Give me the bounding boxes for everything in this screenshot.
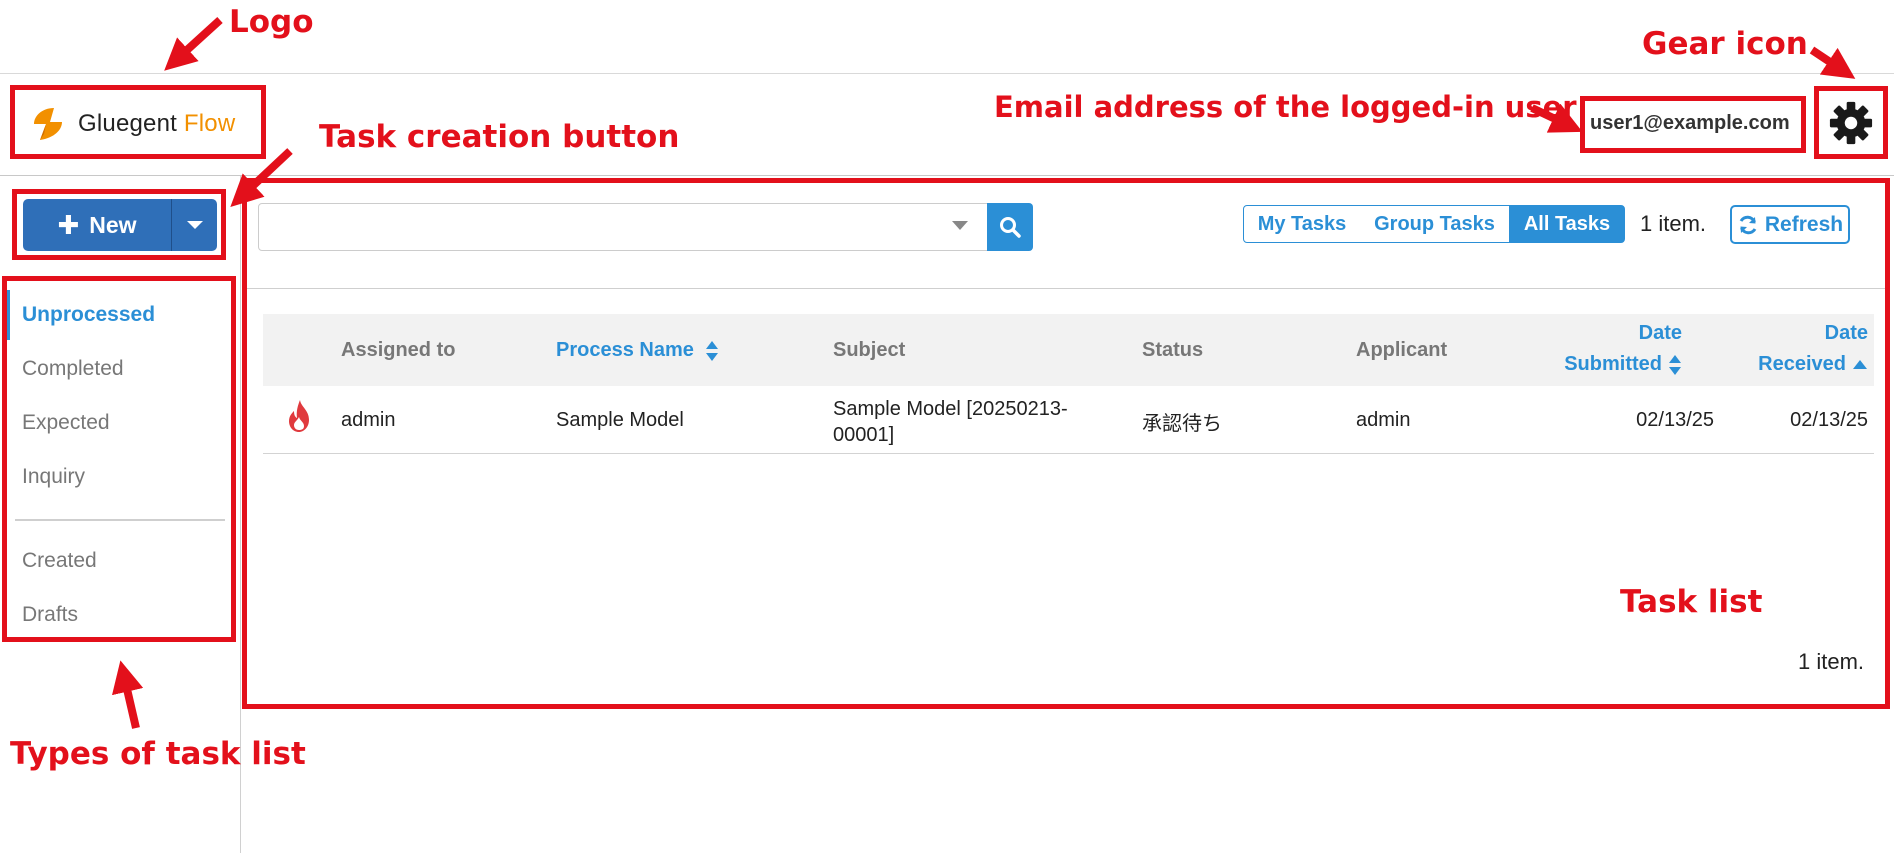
annotation-label-new: Task creation button — [319, 119, 680, 155]
arrow-new — [230, 148, 293, 207]
arrow-types — [112, 660, 144, 729]
annotation-label-types: Types of task list — [10, 736, 306, 772]
annotation-arrows — [112, 17, 1856, 729]
arrow-gear — [1809, 46, 1856, 79]
annotation-label-logo: Logo — [229, 4, 314, 40]
annotation-label-email: Email address of the logged-in user — [994, 90, 1577, 124]
annotation-label-gear: Gear icon — [1642, 26, 1808, 62]
arrow-logo — [164, 17, 223, 71]
annotation-label-task-list: Task list — [1620, 584, 1763, 620]
